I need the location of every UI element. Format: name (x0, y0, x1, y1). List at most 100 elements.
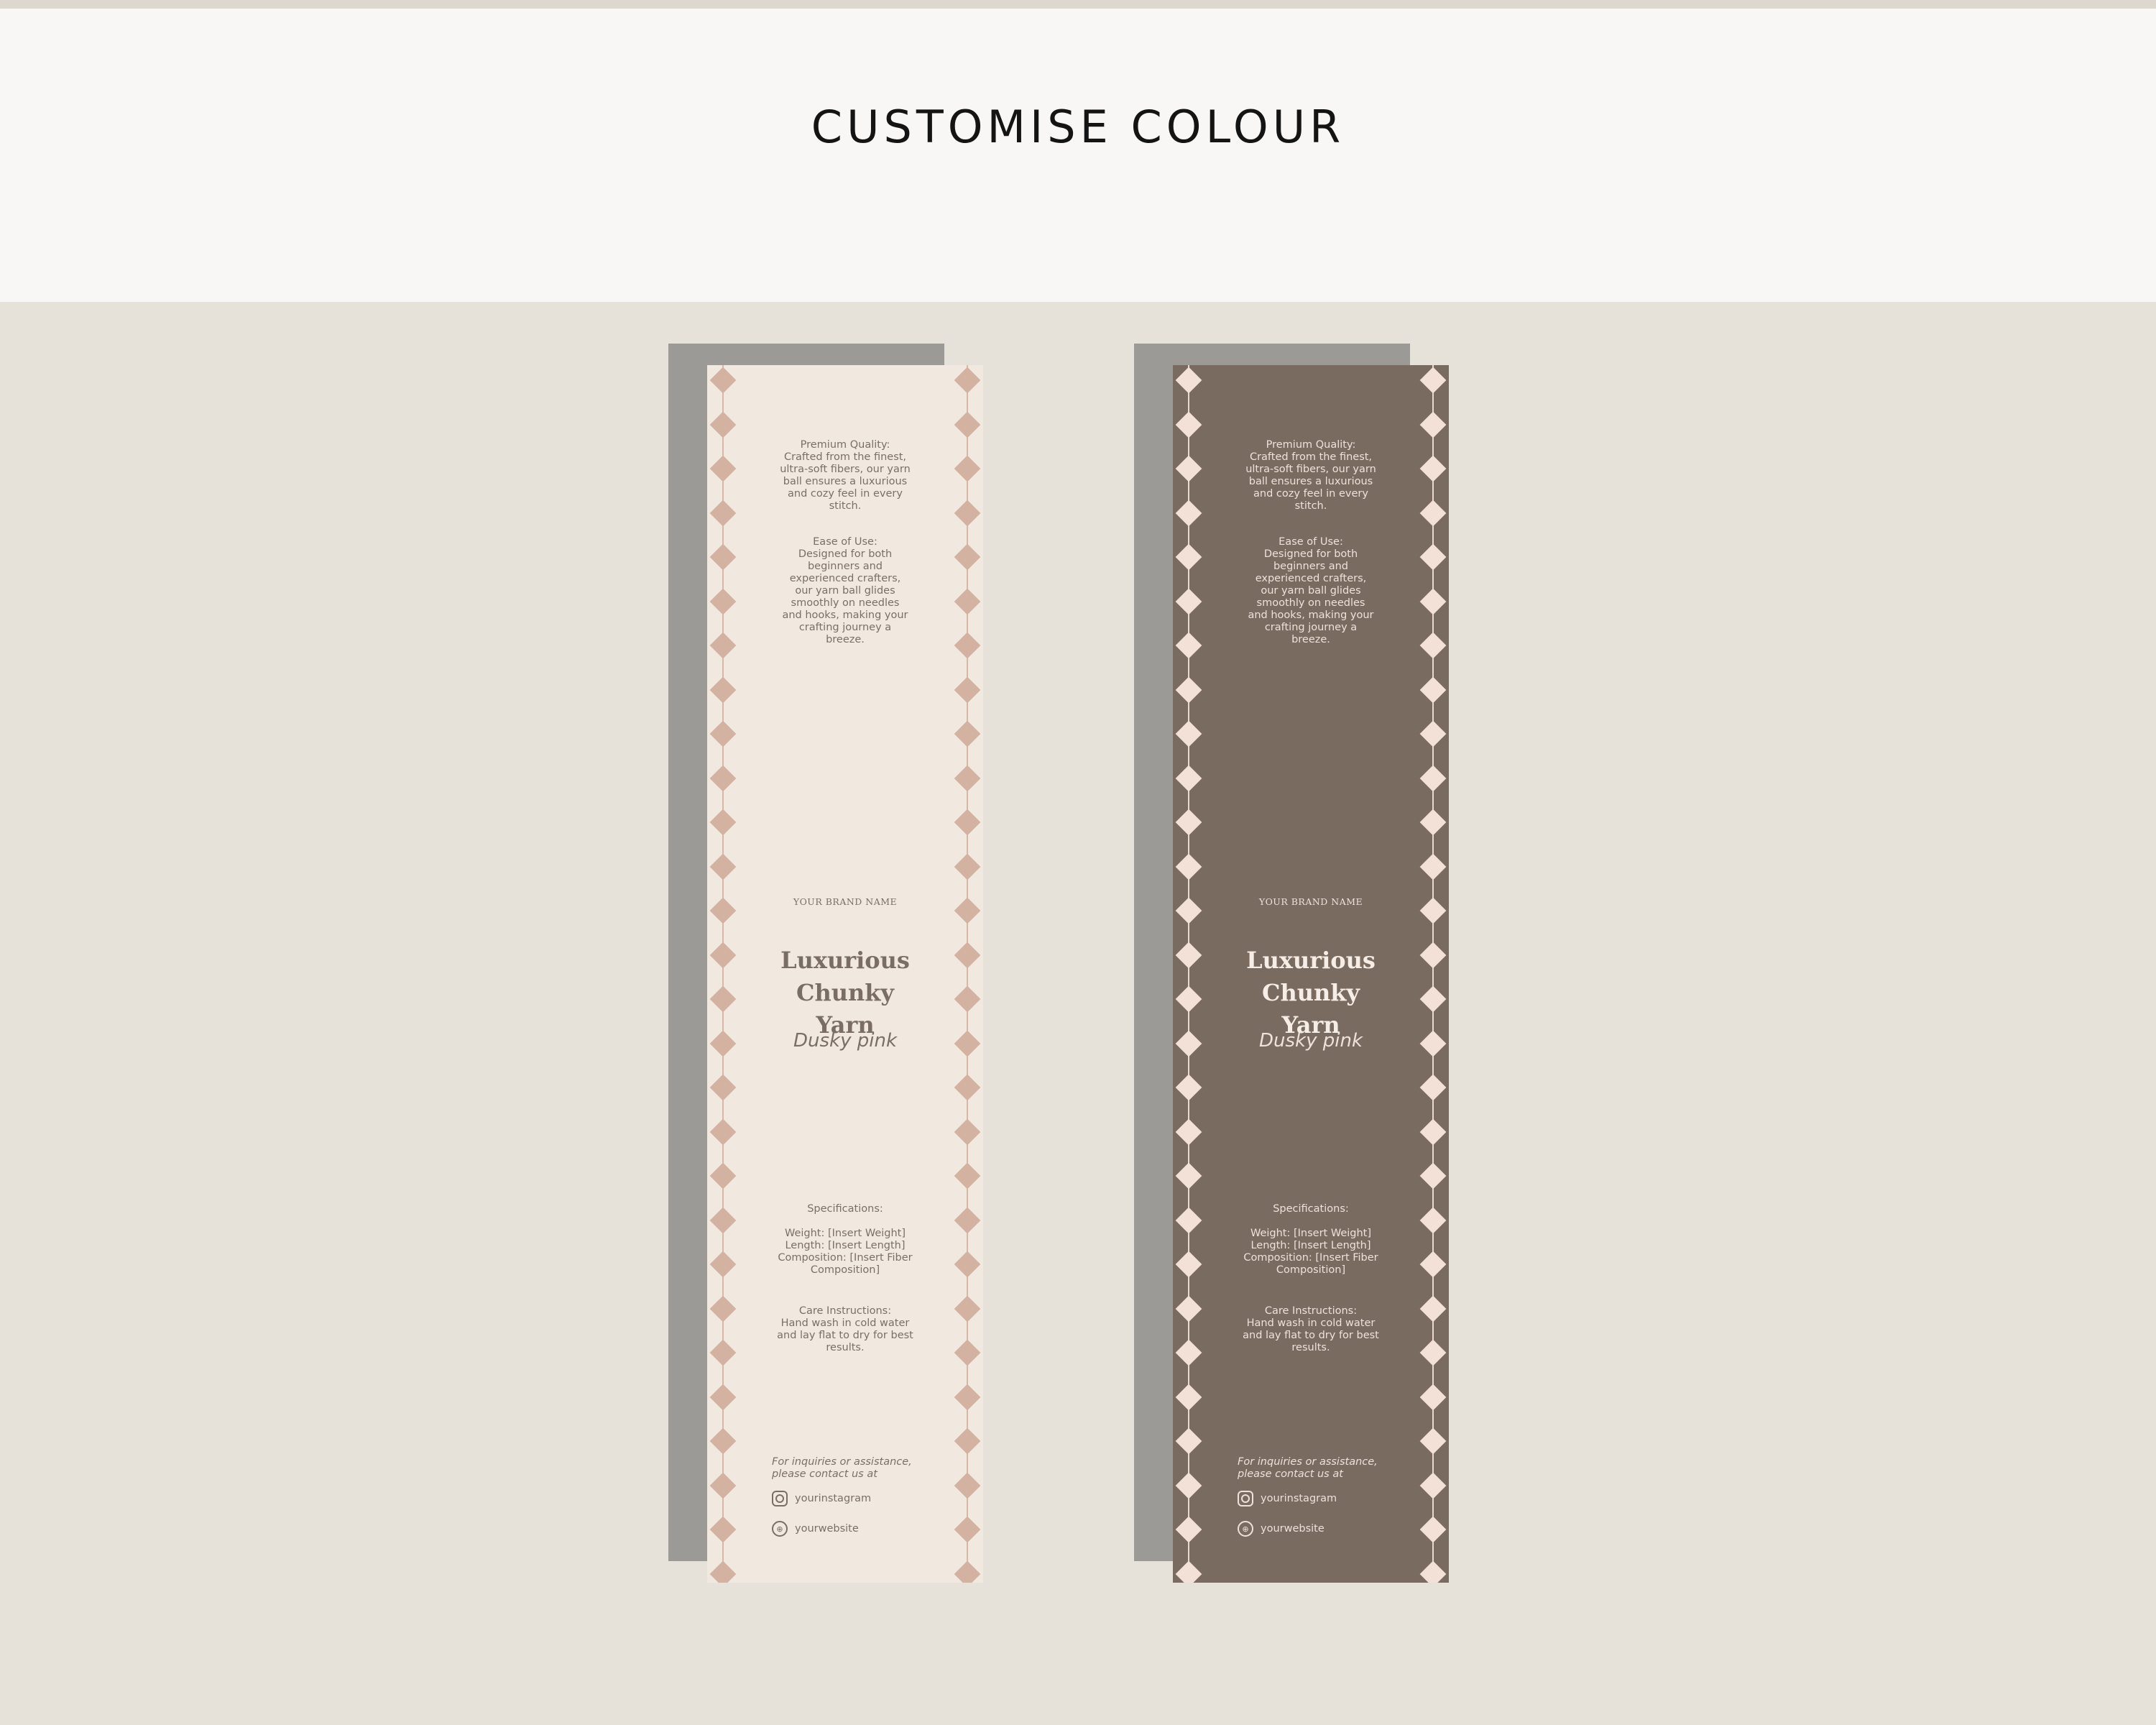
diamond-ornament (709, 1516, 737, 1543)
diamond-ornament (709, 765, 737, 791)
diamond-ornament (709, 1472, 737, 1499)
ease-line: our yarn ball glides (1261, 585, 1361, 597)
ease-line: smoothly on needles (791, 597, 900, 609)
spec-line: Composition] (810, 1264, 880, 1276)
diamond-ornament (1175, 1427, 1202, 1455)
diamond-ornament (709, 543, 737, 571)
diamond-ornament (1419, 985, 1447, 1013)
instagram-row[interactable]: yourinstagram (772, 1491, 871, 1506)
ease-of-use-title: Ease of Use: (813, 536, 877, 548)
diamond-ornament (1419, 942, 1447, 968)
ease-line: breeze. (1291, 634, 1330, 645)
diamond-ornament (954, 853, 981, 880)
diamond-ornament (1419, 765, 1447, 791)
diamond-ornament (709, 500, 737, 526)
diamond-ornament (1419, 897, 1447, 924)
diamond-ornament (1419, 1207, 1447, 1233)
diamond-ornament (1175, 985, 1202, 1013)
diamond-ornament (954, 1074, 981, 1101)
diamond-ornament (1419, 500, 1447, 526)
diamond-ornament (1175, 1339, 1202, 1366)
diamond-ornament (954, 809, 981, 836)
diamond-ornament (954, 1339, 981, 1366)
diamond-ornament (709, 632, 737, 659)
spec-line: Weight: [Insert Weight] (784, 1228, 906, 1239)
diamond-ornament (954, 543, 981, 571)
diamond-ornament (709, 1162, 737, 1190)
instagram-icon (1238, 1491, 1253, 1506)
instagram-handle: yourinstagram (795, 1492, 872, 1504)
diamond-ornament (1419, 1162, 1447, 1190)
diamond-ornament (1419, 809, 1447, 836)
ease-line: Designed for both (798, 548, 893, 560)
label-content: Premium Quality: Crafted from the finest… (768, 365, 923, 1583)
diamond-ornament (954, 1118, 981, 1145)
website-row[interactable]: ⊕ yourwebsite (772, 1521, 859, 1537)
globe-icon: ⊕ (1238, 1521, 1253, 1537)
diamond-ornament (709, 367, 737, 394)
instagram-row[interactable]: yourinstagram (1238, 1491, 1337, 1506)
diamond-ornament (954, 1384, 981, 1410)
diamond-ornament (1175, 543, 1202, 571)
diamond-ornament (709, 853, 737, 880)
premium-line: ball ensures a luxurious (1248, 476, 1373, 487)
specifications-title: Specifications: (807, 1203, 883, 1215)
contact-line: For inquiries or assistance, (1238, 1456, 1378, 1468)
ease-line: beginners and (1273, 561, 1349, 572)
diamond-ornament (954, 1472, 981, 1499)
diamond-ornament (954, 942, 981, 968)
premium-line: Crafted from the finest, (1249, 451, 1373, 463)
diamond-ornament (709, 1384, 737, 1410)
diamond-ornament (1175, 853, 1202, 880)
premium-quality-block: Premium Quality: Crafted from the finest… (1233, 439, 1388, 512)
diamond-ornament (709, 1074, 737, 1101)
care-instructions-title: Care Instructions: (798, 1305, 892, 1317)
diamond-ornament (954, 632, 981, 659)
ease-line: and hooks, making your (1248, 610, 1374, 621)
ease-line: crafting journey a (1264, 622, 1358, 633)
product-title-line: Luxurious (1246, 947, 1376, 974)
label-card-dark: Premium Quality: Crafted from the finest… (1173, 365, 1449, 1583)
diamond-ornament (954, 500, 981, 526)
diamond-ornament (709, 676, 737, 703)
colour-name: Dusky pink (793, 1030, 897, 1052)
top-strip (0, 0, 2156, 9)
diamond-ornament (954, 765, 981, 791)
page-title: CUSTOMISE COLOUR (811, 101, 1345, 153)
care-instructions-title: Care Instructions: (1264, 1305, 1358, 1317)
diamond-ornament (1175, 1384, 1202, 1410)
diamond-ornament (1175, 1207, 1202, 1233)
ease-line: breeze. (826, 634, 865, 645)
diamond-ornament (954, 985, 981, 1013)
diamond-ornament (1419, 1384, 1447, 1410)
diamond-ornament (1419, 1472, 1447, 1499)
diamond-ornament (1175, 500, 1202, 526)
diamond-ornament (1175, 942, 1202, 968)
diamond-ornament (1419, 1516, 1447, 1543)
diamond-ornament (1175, 1516, 1202, 1543)
diamond-ornament (1175, 1118, 1202, 1145)
specifications-block: Weight: [Insert Weight] Length: [Insert … (1233, 1228, 1388, 1276)
diamond-ornament (1419, 367, 1447, 394)
premium-line: stitch. (1294, 500, 1327, 512)
diamond-ornament (954, 1516, 981, 1543)
product-title-line: Luxurious (780, 947, 910, 974)
website-url: yourwebsite (1261, 1522, 1325, 1535)
care-line: Hand wash in cold water (780, 1317, 910, 1329)
website-row[interactable]: ⊕ yourwebsite (1238, 1521, 1325, 1537)
ease-line: experienced crafters, (1255, 573, 1367, 584)
diamond-ornament (1175, 367, 1202, 394)
diamond-ornament (1175, 809, 1202, 836)
ease-line: and hooks, making your (782, 610, 908, 621)
diamond-ornament (709, 809, 737, 836)
diamond-ornament (1419, 676, 1447, 703)
contact-line: please contact us at (1238, 1468, 1343, 1480)
diamond-ornament (709, 411, 737, 438)
diamond-ornament (1175, 897, 1202, 924)
instagram-handle: yourinstagram (1261, 1492, 1337, 1504)
premium-line: and cozy feel in every (788, 488, 903, 500)
product-title: Luxurious Chunky Yarn (1233, 944, 1388, 1041)
spec-line: Composition: [Insert Fiber (1243, 1252, 1378, 1264)
diamond-ornament (954, 1251, 981, 1278)
premium-line: ultra-soft fibers, our yarn (1245, 464, 1376, 475)
